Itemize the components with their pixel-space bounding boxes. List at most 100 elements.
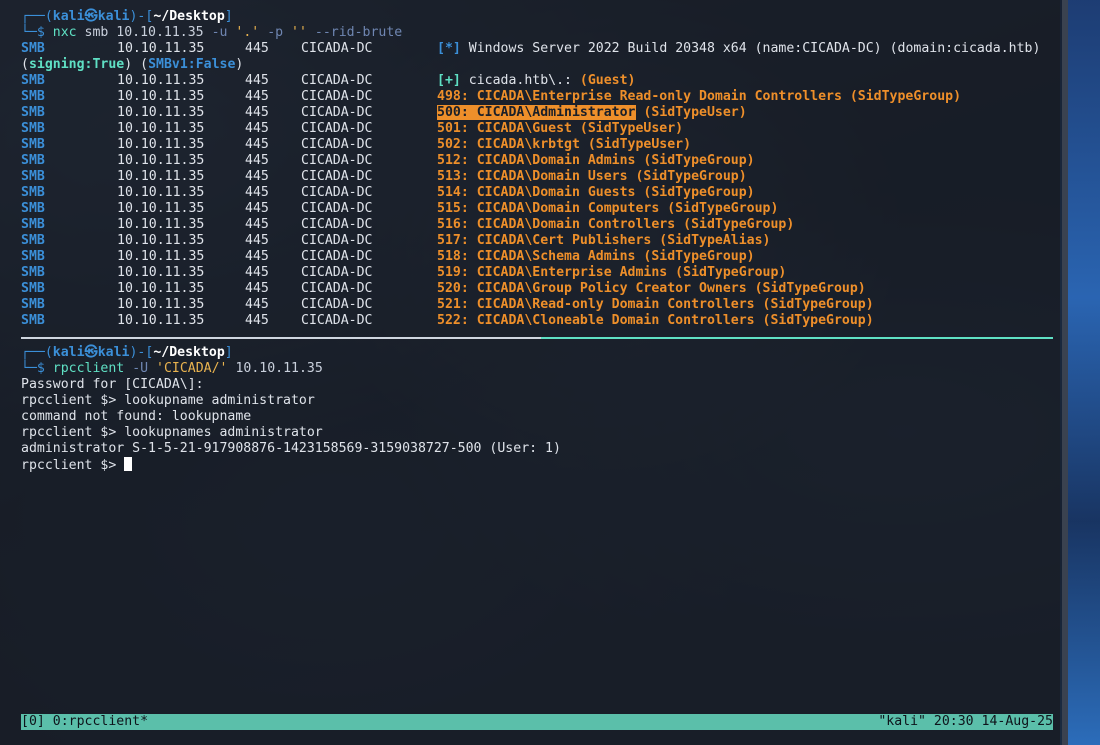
protocol-label: SMB (21, 265, 45, 280)
ip-address: 10.10.11.35 (117, 89, 205, 104)
command-string: '.' (235, 25, 260, 40)
success-tag: [+] (437, 73, 461, 88)
command-line: └─$ nxc smb 10.10.11.35 -u '.' -p '' --r… (21, 25, 1061, 41)
rid-entry: 519: CICADA\Enterprise Admins (SidTypeGr… (437, 265, 787, 280)
prompt-host: kali (97, 345, 130, 360)
protocol-label: SMB (21, 201, 45, 216)
rpc-input-line[interactable]: rpcclient $> (21, 457, 1061, 473)
tmux-status-right: "kali" 20:30 14-Aug-25 (878, 714, 1053, 729)
port: 445 (245, 73, 269, 88)
prompt-dollar: └─$ (21, 361, 53, 376)
protocol-label: SMB (21, 281, 45, 296)
hostname: CICADA-DC (301, 105, 373, 120)
protocol-label: SMB (21, 137, 45, 152)
rid-row: SMB 10.10.11.35 445 CICADA-DC 502: CICADA\kr… (21, 137, 1061, 153)
prompt-frame-mid: )-[ (129, 345, 154, 360)
protocol-label: SMB (21, 233, 45, 248)
hostname: CICADA-DC (301, 73, 373, 88)
rid-entry: 515: CICADA\Domain Computers (SidTypeGro… (437, 201, 779, 216)
protocol-label: SMB (21, 217, 45, 232)
protocol-label: SMB (21, 249, 45, 264)
command-option: --rid-brute (314, 25, 403, 40)
rid-entry: 520: CICADA\Group Policy Creator Owners … (437, 281, 866, 296)
hostname: CICADA-DC (301, 201, 373, 216)
terminal-content[interactable]: ┌──(kali㉿kali)-[~/Desktop] └─$ nxc smb 1… (21, 9, 1061, 473)
output-text: cicada.htb\.: (460, 73, 580, 88)
hostname: CICADA-DC (301, 233, 373, 248)
command-string: '' (291, 25, 307, 40)
prompt-frame-close: ] (224, 9, 233, 24)
prompt-path: ~/Desktop (153, 345, 225, 360)
command-name: nxc (52, 25, 77, 40)
rid-row: SMB 10.10.11.35 445 CICADA-DC 518: CICADA\Sc… (21, 249, 1061, 265)
ip-address: 10.10.11.35 (117, 233, 205, 248)
port: 445 (245, 89, 269, 104)
rid-row: SMB 10.10.11.35 445 CICADA-DC 498: CICADA\En… (21, 89, 1061, 105)
command-line: └─$ rpcclient -U 'CICADA/' 10.10.11.35 (21, 361, 1061, 377)
port: 445 (245, 201, 269, 216)
rid-row: SMB 10.10.11.35 445 CICADA-DC 515: CICADA\Do… (21, 201, 1061, 217)
prompt-frame: ┌──( (21, 345, 53, 360)
protocol-label: SMB (21, 153, 45, 168)
output-line: SMB 10.10.11.35 445 CICADA-DC [+] cicada.htb… (21, 73, 1061, 89)
prompt-frame: ┌──( (21, 9, 53, 24)
hostname: CICADA-DC (301, 153, 373, 168)
port: 445 (245, 137, 269, 152)
text-cursor[interactable] (124, 457, 133, 471)
hostname: CICADA-DC (301, 137, 373, 152)
output-line: SMB 10.10.11.35 445 CICADA-DC [*] Windows Se… (21, 41, 1061, 57)
ip-address: 10.10.11.35 (117, 153, 205, 168)
rid-row: SMB 10.10.11.35 445 CICADA-DC 519: CICADA\En… (21, 265, 1061, 281)
output-line: (signing:True) (SMBv1:False) (21, 57, 1061, 73)
prompt-path: ~/Desktop (153, 9, 225, 24)
output-text: Windows Server 2022 Build 20348 x64 (nam… (460, 41, 1041, 56)
port: 445 (245, 153, 269, 168)
hostname: CICADA-DC (301, 297, 373, 312)
smbv1-flag: SMBv1:False (148, 57, 236, 72)
prompt-line: ┌──(kali㉿kali)-[~/Desktop] (21, 345, 1061, 361)
port: 445 (245, 169, 269, 184)
protocol-label: SMB (21, 185, 45, 200)
hostname: CICADA-DC (301, 249, 373, 264)
rid-entry: 514: CICADA\Domain Guests (SidTypeGroup) (437, 185, 755, 200)
command-option: -p (267, 25, 284, 40)
rpc-output-line: administrator S-1-5-21-917908876-1423158… (21, 441, 561, 456)
hostname: CICADA-DC (301, 41, 373, 56)
rid-row: SMB 10.10.11.35 445 CICADA-DC 512: CICADA\Do… (21, 153, 1061, 169)
port: 445 (245, 105, 269, 120)
rid-entry: 517: CICADA\Cert Publishers (SidTypeAlia… (437, 233, 771, 248)
port: 445 (245, 265, 269, 280)
info-tag: [*] (437, 41, 461, 56)
hostname: CICADA-DC (301, 281, 373, 296)
terminal-scrollbar[interactable] (1062, 0, 1068, 745)
port: 445 (245, 249, 269, 264)
rid-entry: 513: CICADA\Domain Users (SidTypeGroup) (437, 169, 747, 184)
prompt-at-symbol: ㉿ (84, 9, 98, 24)
paren: ) ( (124, 57, 149, 72)
hostname: CICADA-DC (301, 121, 373, 136)
command-option: -u (211, 25, 228, 40)
protocol-label: SMB (21, 105, 45, 120)
ip-address: 10.10.11.35 (117, 313, 205, 328)
rid-row: SMB 10.10.11.35 445 CICADA-DC 500: CICADA\Ad… (21, 105, 1061, 121)
port: 445 (245, 41, 269, 56)
rid-entry: (SidTypeUser) (635, 105, 747, 120)
protocol-label: SMB (21, 169, 45, 184)
protocol-label: SMB (21, 89, 45, 104)
ip-address: 10.10.11.35 (117, 121, 205, 136)
prompt-host: kali (97, 9, 130, 24)
command-args: 10.10.11.35 (227, 361, 323, 376)
ip-address: 10.10.11.35 (117, 105, 205, 120)
command-option: -U (132, 361, 149, 376)
ip-address: 10.10.11.35 (117, 41, 205, 56)
port: 445 (245, 297, 269, 312)
hostname: CICADA-DC (301, 169, 373, 184)
protocol-label: SMB (21, 73, 45, 88)
command-name: rpcclient (52, 361, 125, 376)
rid-row: SMB 10.10.11.35 445 CICADA-DC 516: CICADA\Do… (21, 217, 1061, 233)
ip-address: 10.10.11.35 (117, 185, 205, 200)
port: 445 (245, 121, 269, 136)
tmux-status-bar: [0] 0:rpcclient* "kali" 20:30 14-Aug-25 (21, 714, 1053, 730)
port: 445 (245, 217, 269, 232)
tmux-window-list[interactable]: [0] 0:rpcclient* (21, 714, 148, 730)
